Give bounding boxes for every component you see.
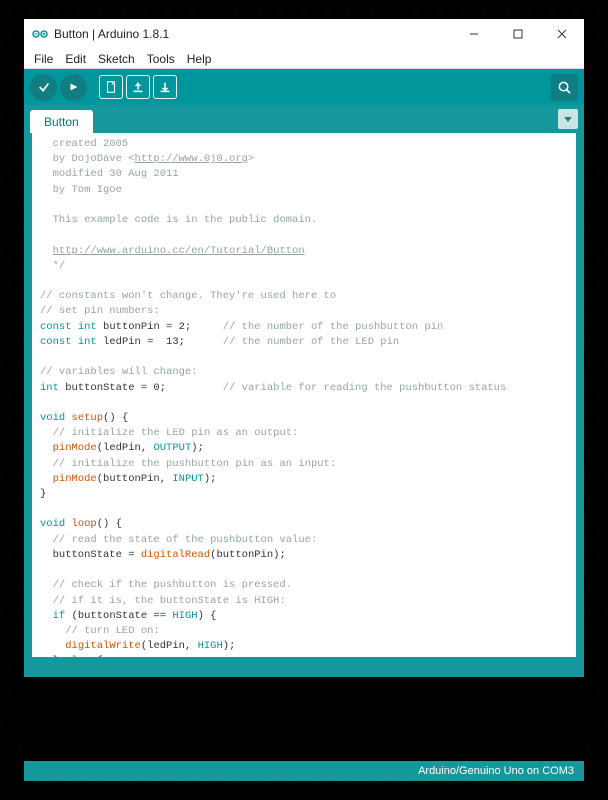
code-text: if	[53, 610, 66, 622]
tab-menu-button[interactable]	[558, 109, 578, 129]
code-text: setup	[72, 412, 104, 424]
menu-sketch[interactable]: Sketch	[94, 50, 139, 68]
code-text	[40, 442, 53, 454]
code-text: // set pin numbers:	[40, 305, 160, 317]
code-text: // turn LED on:	[40, 625, 160, 637]
code-text: const	[40, 321, 72, 333]
code-text: // initialize the LED pin as an output:	[40, 427, 298, 439]
tab-row: Button	[24, 105, 584, 133]
code-text: // check if the pushbutton is pressed.	[40, 579, 292, 591]
code-text: void	[40, 518, 65, 530]
code-text: buttonPin = 2;	[97, 321, 223, 333]
code-text: }	[40, 488, 46, 500]
code-text: );	[223, 640, 236, 652]
new-sketch-button[interactable]	[99, 75, 123, 99]
board-port-label: Arduino/Genuino Uno on COM3	[418, 765, 574, 777]
code-text: HIGH	[198, 640, 223, 652]
code-text: () {	[103, 412, 128, 424]
code-text: buttonState =	[40, 549, 141, 561]
code-text: pinMode	[53, 442, 97, 454]
code-text	[40, 473, 53, 485]
code-text: }	[40, 655, 65, 657]
app-window: Button | Arduino 1.8.1 File Edit Sketch …	[24, 19, 584, 781]
code-link[interactable]: http://www.arduino.cc/en/Tutorial/Button	[53, 245, 305, 257]
maximize-button[interactable]	[496, 19, 540, 49]
message-bar	[24, 657, 584, 677]
code-text: (buttonState ==	[65, 610, 172, 622]
verify-button[interactable]	[30, 74, 57, 101]
menu-file[interactable]: File	[30, 50, 57, 68]
code-text: {	[90, 655, 103, 657]
code-text: INPUT	[172, 473, 204, 485]
menu-tools[interactable]: Tools	[143, 50, 179, 68]
code-text: buttonState = 0;	[59, 382, 223, 394]
code-text: loop	[72, 518, 97, 530]
save-sketch-button[interactable]	[153, 75, 177, 99]
code-editor-content[interactable]: created 2005 by DojoDave <http://www.0j0…	[32, 133, 576, 657]
code-text: (ledPin,	[141, 640, 198, 652]
code-text: digitalWrite	[65, 640, 141, 652]
upload-button[interactable]	[60, 74, 87, 101]
code-text: int	[40, 382, 59, 394]
code-text: const	[40, 336, 72, 348]
code-text: // read the state of the pushbutton valu…	[40, 534, 317, 546]
menu-edit[interactable]: Edit	[61, 50, 90, 68]
code-text: pinMode	[53, 473, 97, 485]
menubar: File Edit Sketch Tools Help	[24, 49, 584, 69]
code-text: // variables will change:	[40, 366, 198, 378]
code-text: () {	[97, 518, 122, 530]
code-text: (buttonPin);	[210, 549, 286, 561]
code-editor: created 2005 by DojoDave <http://www.0j0…	[24, 133, 584, 657]
code-text: void	[40, 412, 65, 424]
code-text: OUTPUT	[153, 442, 191, 454]
code-text: */	[40, 260, 65, 272]
code-text: );	[191, 442, 204, 454]
code-text: // variable for reading the pushbutton s…	[223, 382, 507, 394]
code-text: created 2005	[40, 138, 128, 150]
code-text	[40, 245, 53, 257]
menu-help[interactable]: Help	[183, 50, 216, 68]
code-text: // the number of the pushbutton pin	[223, 321, 444, 333]
code-text: HIGH	[172, 610, 197, 622]
code-text: modified 30 Aug 2011	[40, 168, 179, 180]
code-text	[40, 610, 53, 622]
titlebar: Button | Arduino 1.8.1	[24, 19, 584, 49]
open-sketch-button[interactable]	[126, 75, 150, 99]
status-bar: Arduino/Genuino Uno on COM3	[24, 761, 584, 781]
code-text: This example code is in the public domai…	[40, 214, 317, 226]
code-text: by Tom Igoe	[40, 184, 122, 196]
code-text: (ledPin,	[97, 442, 154, 454]
code-text: // constants won't change. They're used …	[40, 290, 336, 302]
code-text: int	[78, 321, 97, 333]
code-text: digitalRead	[141, 549, 210, 561]
tab-button-sketch[interactable]: Button	[30, 110, 93, 133]
code-text: else	[65, 655, 90, 657]
code-text	[40, 640, 65, 652]
code-text: // the number of the LED pin	[223, 336, 399, 348]
code-text: >	[248, 153, 254, 165]
code-link[interactable]: http://www.0j0.org	[135, 153, 248, 165]
app-logo-icon	[32, 26, 48, 42]
code-text: int	[78, 336, 97, 348]
code-text: (buttonPin,	[97, 473, 173, 485]
toolbar	[24, 69, 584, 105]
minimize-button[interactable]	[452, 19, 496, 49]
close-button[interactable]	[540, 19, 584, 49]
window-title: Button | Arduino 1.8.1	[54, 27, 169, 41]
code-text: );	[204, 473, 217, 485]
code-text: // initialize the pushbutton pin as an i…	[40, 458, 336, 470]
console-output[interactable]	[24, 677, 584, 761]
code-text: ledPin = 13;	[97, 336, 223, 348]
code-text: // if it is, the buttonState is HIGH:	[40, 595, 286, 607]
code-text: ) {	[198, 610, 217, 622]
serial-monitor-button[interactable]	[551, 74, 578, 101]
code-text: by DojoDave <	[40, 153, 135, 165]
